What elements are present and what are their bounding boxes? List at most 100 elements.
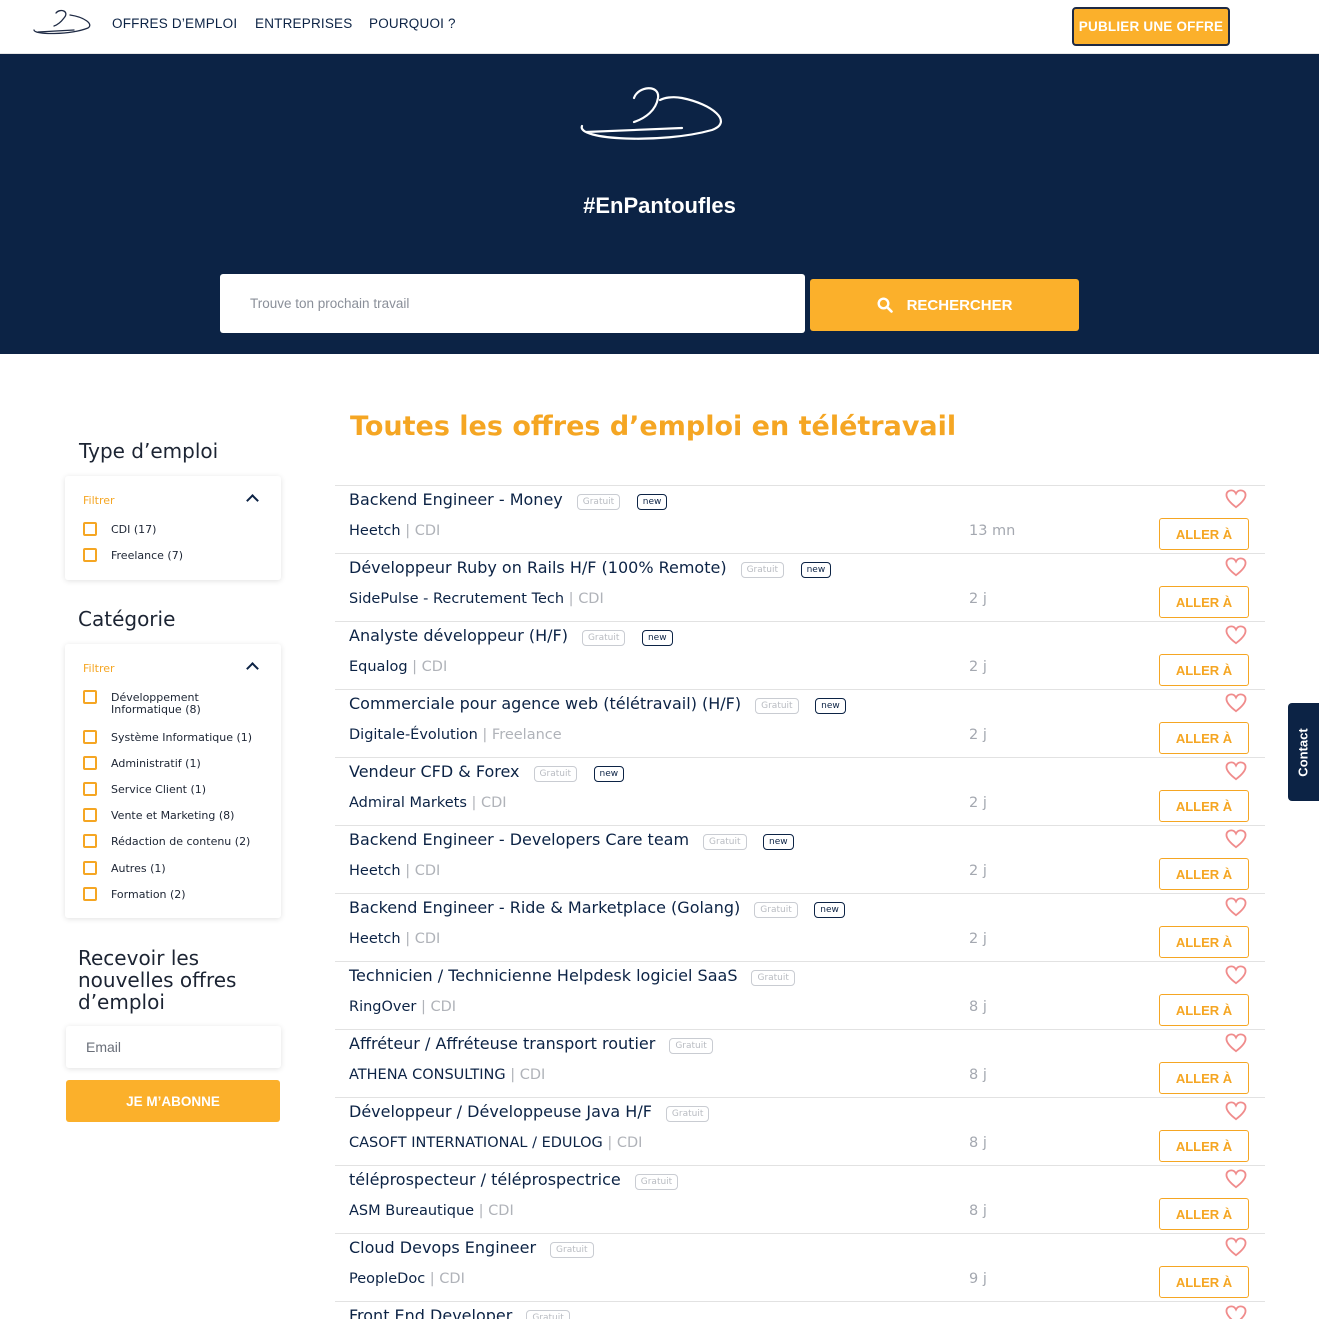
company-name: PeopleDoc bbox=[349, 1271, 426, 1287]
heart-icon[interactable] bbox=[1225, 1237, 1247, 1257]
go-to-job-button[interactable]: ALLER À bbox=[1159, 858, 1249, 890]
go-to-job-button[interactable]: ALLER À bbox=[1159, 518, 1249, 550]
filter-option-freelance[interactable]: Freelance (7) bbox=[83, 548, 183, 562]
job-row: Cloud Devops Engineer Gratuit PeopleDoc | … bbox=[335, 1233, 1265, 1301]
subscribe-button[interactable]: JE M’ABONNE bbox=[66, 1080, 280, 1122]
contact-tab[interactable]: Contact bbox=[1288, 703, 1319, 801]
free-badge: Gratuit bbox=[740, 562, 785, 578]
separator: | bbox=[477, 727, 492, 743]
filter-option-cdi[interactable]: CDI (17) bbox=[83, 522, 156, 536]
chevron-up-icon[interactable] bbox=[246, 494, 259, 507]
posted-age: 2 j bbox=[969, 863, 987, 879]
contract-type: CDI bbox=[414, 863, 441, 879]
job-title[interactable]: Développeur Ruby on Rails H/F (100% Remo… bbox=[349, 558, 727, 577]
separator: | bbox=[474, 1203, 489, 1219]
filter-option-vente[interactable]: Vente et Marketing (8) bbox=[83, 808, 235, 822]
job-title[interactable]: Affréteur / Affréteuse transport routier bbox=[349, 1034, 655, 1053]
job-title[interactable]: Front End Developer bbox=[349, 1306, 512, 1319]
heart-icon[interactable] bbox=[1225, 761, 1247, 781]
job-title[interactable]: téléprospecteur / téléprospectrice bbox=[349, 1170, 621, 1189]
checkbox[interactable] bbox=[83, 834, 97, 848]
go-to-job-button[interactable]: ALLER À bbox=[1159, 926, 1249, 958]
chevron-up-icon[interactable] bbox=[246, 662, 259, 675]
checkbox[interactable] bbox=[83, 690, 97, 704]
contract-type: CDI bbox=[488, 1203, 514, 1219]
publish-offer-button[interactable]: PUBLIER UNE OFFRE bbox=[1072, 7, 1230, 46]
free-badge: Gratuit bbox=[533, 766, 577, 782]
go-to-job-button[interactable]: ALLER À bbox=[1159, 1062, 1249, 1094]
heart-icon[interactable] bbox=[1225, 897, 1247, 917]
heart-icon[interactable] bbox=[1225, 489, 1247, 509]
heart-icon[interactable] bbox=[1225, 1305, 1247, 1319]
filter-option-formation[interactable]: Formation (2) bbox=[83, 887, 186, 901]
company-name: Heetch bbox=[349, 931, 401, 947]
job-title[interactable]: Backend Engineer - Ride & Marketplace (G… bbox=[349, 898, 740, 917]
job-row: téléprospecteur / téléprospectrice Gratui… bbox=[335, 1165, 1265, 1233]
free-badge: Gratuit bbox=[634, 1174, 679, 1190]
job-title[interactable]: Analyste développeur (H/F) bbox=[349, 626, 568, 645]
checkbox[interactable] bbox=[83, 548, 97, 562]
heart-icon[interactable] bbox=[1225, 557, 1247, 577]
job-type-filter-label: Filtrer bbox=[83, 494, 115, 507]
job-title[interactable]: Commerciale pour agence web (télétravail… bbox=[349, 694, 741, 713]
job-title[interactable]: Backend Engineer - Developers Care team bbox=[349, 830, 689, 849]
job-search-input[interactable] bbox=[220, 274, 805, 333]
go-to-job-button[interactable]: ALLER À bbox=[1159, 654, 1249, 686]
heart-icon[interactable] bbox=[1225, 625, 1247, 645]
checkbox[interactable] bbox=[83, 756, 97, 770]
company-line: Equalog | CDI bbox=[349, 659, 447, 675]
posted-age: 2 j bbox=[969, 659, 987, 675]
checkbox[interactable] bbox=[83, 861, 97, 875]
go-to-job-button[interactable]: ALLER À bbox=[1159, 1198, 1249, 1230]
company-name: CASOFT INTERNATIONAL / EDULOG bbox=[349, 1135, 603, 1151]
company-line: Digitale-Évolution | Freelance bbox=[349, 727, 562, 743]
separator: | bbox=[407, 659, 422, 675]
go-to-job-button[interactable]: ALLER À bbox=[1159, 722, 1249, 754]
nav-link-offres[interactable]: OFFRES D’EMPLOI bbox=[112, 16, 237, 31]
brand-logo[interactable] bbox=[30, 8, 94, 38]
go-to-job-button[interactable]: ALLER À bbox=[1159, 586, 1249, 618]
heart-icon[interactable] bbox=[1225, 829, 1247, 849]
go-to-job-button[interactable]: ALLER À bbox=[1159, 1266, 1249, 1298]
job-title[interactable]: Technicien / Technicienne Helpdesk logic… bbox=[349, 966, 737, 985]
heart-icon[interactable] bbox=[1225, 693, 1247, 713]
search-button-label: RECHERCHER bbox=[906, 296, 1013, 314]
heart-icon[interactable] bbox=[1225, 965, 1247, 985]
go-to-job-button[interactable]: ALLER À bbox=[1159, 994, 1249, 1026]
search-button[interactable]: RECHERCHER bbox=[810, 279, 1079, 331]
filter-option-redaction[interactable]: Rédaction de contenu (2) bbox=[83, 834, 250, 848]
filter-option-autres[interactable]: Autres (1) bbox=[83, 861, 166, 875]
job-title[interactable]: Cloud Devops Engineer bbox=[349, 1238, 536, 1257]
job-row: Vendeur CFD & Forex Gratuit new Admiral Mar… bbox=[335, 757, 1265, 825]
heart-icon[interactable] bbox=[1225, 1169, 1247, 1189]
email-field[interactable] bbox=[66, 1026, 281, 1068]
checkbox[interactable] bbox=[83, 782, 97, 796]
checkbox[interactable] bbox=[83, 522, 97, 536]
option-label: Vente et Marketing (8) bbox=[111, 809, 235, 822]
separator: | bbox=[564, 591, 579, 607]
free-badge: Gratuit bbox=[576, 494, 621, 510]
contract-type: CDI bbox=[578, 591, 604, 607]
job-title[interactable]: Backend Engineer - Money bbox=[349, 490, 563, 509]
filter-option-administratif[interactable]: Administratif (1) bbox=[83, 756, 201, 770]
company-name: ATHENA CONSULTING bbox=[349, 1067, 506, 1083]
contract-type: CDI bbox=[519, 1067, 546, 1083]
job-title[interactable]: Développeur / Développeuse Java H/F bbox=[349, 1102, 652, 1121]
filter-option-systeme[interactable]: Système Informatique (1) bbox=[83, 730, 252, 744]
heart-icon[interactable] bbox=[1225, 1101, 1247, 1121]
nav-link-entreprises[interactable]: ENTREPRISES bbox=[255, 16, 352, 31]
nav-link-pourquoi[interactable]: POURQUOI ? bbox=[369, 16, 456, 31]
company-line: SidePulse - Recrutement Tech | CDI bbox=[349, 591, 604, 607]
checkbox[interactable] bbox=[83, 808, 97, 822]
heart-icon[interactable] bbox=[1225, 1033, 1247, 1053]
checkbox[interactable] bbox=[83, 887, 97, 901]
job-type-filter-card: Filtrer CDI (17) Freelance (7) bbox=[65, 476, 281, 580]
checkbox[interactable] bbox=[83, 730, 97, 744]
hero-tagline: #EnPantoufles bbox=[583, 193, 736, 218]
company-line: Heetch | CDI bbox=[349, 931, 440, 947]
go-to-job-button[interactable]: ALLER À bbox=[1159, 1130, 1249, 1162]
go-to-job-button[interactable]: ALLER À bbox=[1159, 790, 1249, 822]
filter-option-dev[interactable]: Développement Informatique (8) bbox=[83, 690, 221, 716]
filter-option-service-client[interactable]: Service Client (1) bbox=[83, 782, 206, 796]
job-title[interactable]: Vendeur CFD & Forex bbox=[349, 762, 520, 781]
